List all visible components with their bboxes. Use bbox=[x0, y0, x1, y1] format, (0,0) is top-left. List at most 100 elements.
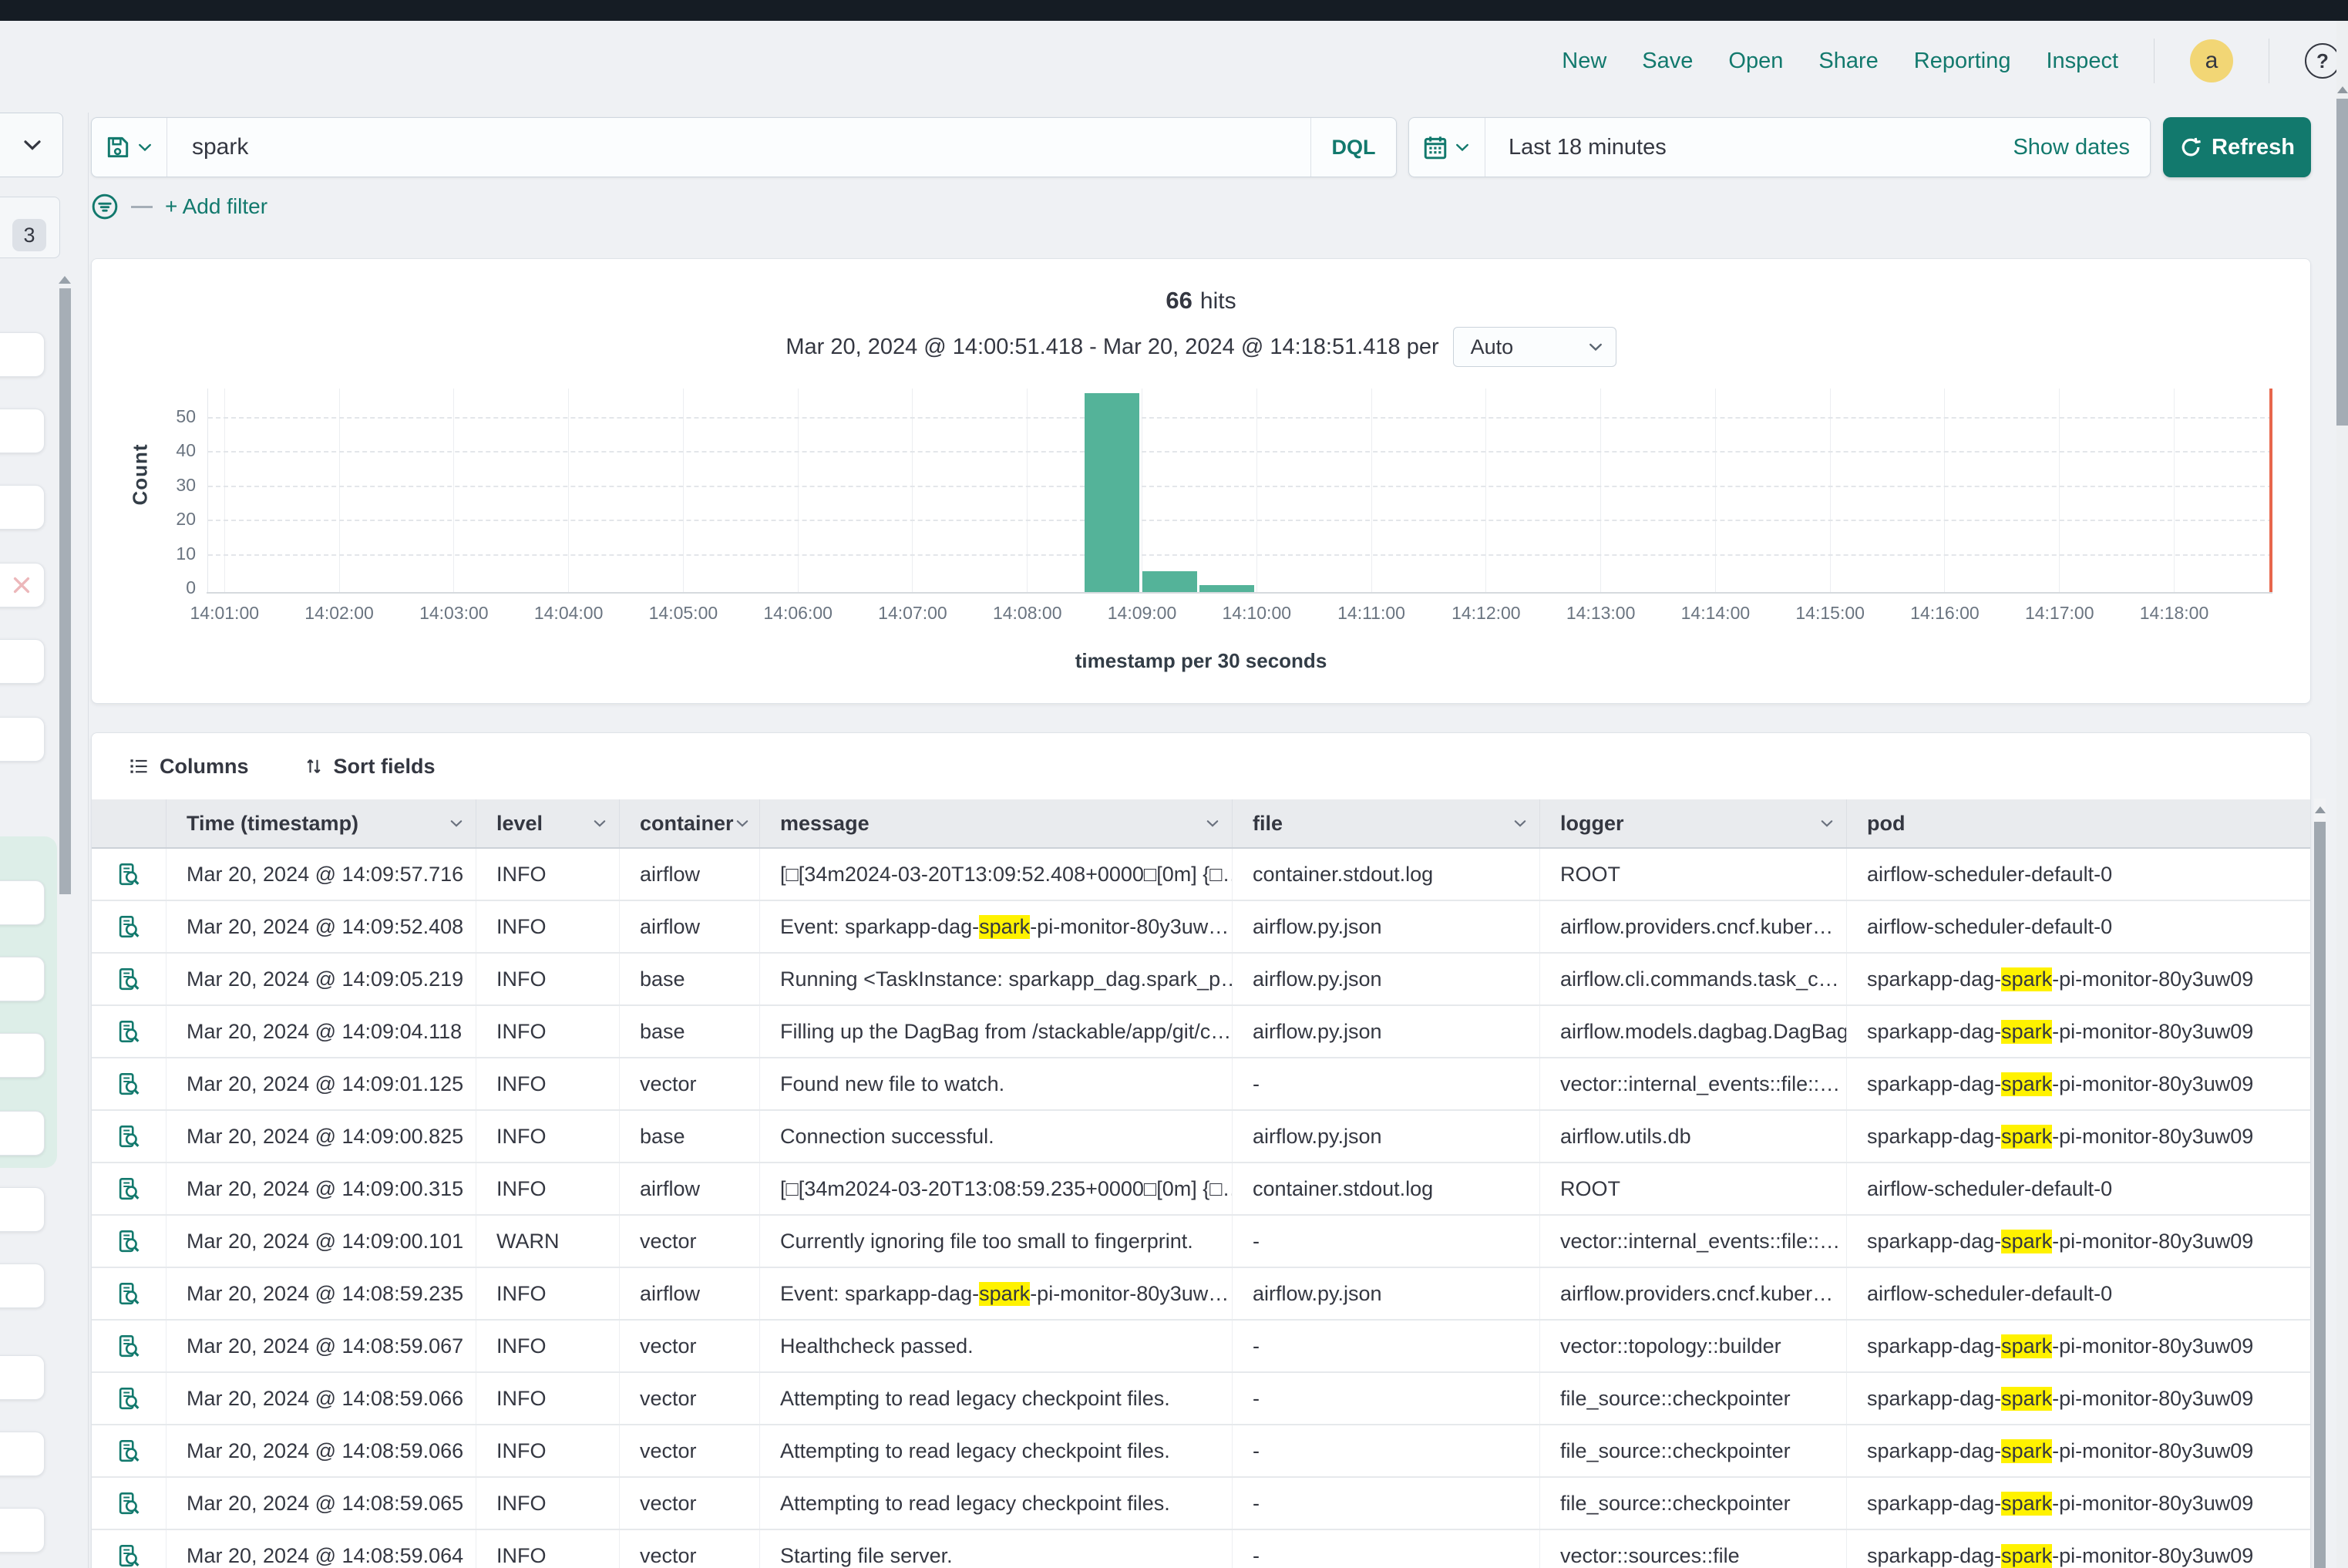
nav-new-button[interactable]: New bbox=[1562, 49, 1606, 74]
expand-document-icon[interactable] bbox=[92, 954, 167, 1004]
expand-document-icon[interactable] bbox=[92, 1111, 167, 1162]
page-scrollbar-thumb[interactable] bbox=[2336, 99, 2348, 426]
sort-fields-button[interactable]: Sort fields bbox=[304, 755, 436, 779]
query-language-button[interactable]: DQL bbox=[1310, 118, 1396, 177]
remove-field-icon[interactable] bbox=[10, 574, 33, 597]
sidebar-collapse-button[interactable] bbox=[0, 113, 63, 177]
expand-document-icon[interactable] bbox=[92, 1163, 167, 1214]
expand-document-icon[interactable] bbox=[92, 1530, 167, 1568]
interval-select[interactable]: Auto bbox=[1453, 327, 1616, 367]
histogram-bar[interactable] bbox=[1085, 393, 1139, 592]
cell-time: Mar 20, 2024 @ 14:09:00.825 bbox=[167, 1111, 476, 1162]
cell-level: INFO bbox=[476, 1478, 620, 1529]
nav-inspect-button[interactable]: Inspect bbox=[2047, 49, 2119, 74]
column-header-time-timestamp-[interactable]: Time (timestamp) bbox=[167, 799, 476, 847]
highlighted-term: spark bbox=[2001, 1230, 2052, 1253]
nav-reporting-button[interactable]: Reporting bbox=[1914, 49, 2011, 74]
field-list-item[interactable] bbox=[0, 485, 45, 530]
nav-divider bbox=[2154, 39, 2155, 83]
field-list-item[interactable] bbox=[0, 1432, 45, 1476]
expand-document-icon[interactable] bbox=[92, 1268, 167, 1319]
field-list-item[interactable] bbox=[0, 1355, 45, 1400]
field-list-item[interactable] bbox=[0, 880, 45, 925]
page-scroll-up-arrow[interactable] bbox=[2337, 86, 2348, 93]
column-header-file[interactable]: file bbox=[1233, 799, 1540, 847]
cell-text: sparkapp-dag- bbox=[1867, 1125, 2001, 1149]
expand-document-icon[interactable] bbox=[92, 1425, 167, 1476]
table-scrollbar-thumb[interactable] bbox=[2314, 822, 2326, 1568]
cell-time: Mar 20, 2024 @ 14:09:52.408 bbox=[167, 901, 476, 952]
show-dates-button[interactable]: Show dates bbox=[2013, 135, 2150, 160]
chevron-down-icon[interactable] bbox=[1818, 815, 1835, 832]
cell-container: vector bbox=[620, 1530, 760, 1568]
column-header-logger[interactable]: logger bbox=[1540, 799, 1847, 847]
cell-logger: airflow.utils.db bbox=[1540, 1111, 1847, 1162]
search-query-input[interactable]: spark bbox=[167, 118, 1310, 177]
field-list-item[interactable] bbox=[0, 1111, 45, 1156]
nav-save-button[interactable]: Save bbox=[1642, 49, 1693, 74]
column-header-container[interactable]: container bbox=[620, 799, 760, 847]
chevron-down-icon[interactable] bbox=[448, 815, 465, 832]
cell-level: INFO bbox=[476, 954, 620, 1004]
expand-document-icon[interactable] bbox=[92, 1321, 167, 1371]
column-header-pod[interactable]: pod bbox=[1847, 799, 2311, 847]
columns-list-icon bbox=[129, 756, 149, 776]
field-list-item[interactable] bbox=[0, 1508, 45, 1553]
cell-logger: vector::internal_events::file::… bbox=[1540, 1216, 1847, 1267]
chevron-down-icon[interactable] bbox=[1204, 815, 1221, 832]
nav-open-button[interactable]: Open bbox=[1728, 49, 1783, 74]
cell-text: -pi-monitor-80y3uw… bbox=[1030, 915, 1229, 939]
highlighted-term: spark bbox=[2001, 1020, 2052, 1044]
cell-level: INFO bbox=[476, 1425, 620, 1476]
sidebar-scrollbar-thumb[interactable] bbox=[59, 288, 71, 894]
cell-logger: ROOT bbox=[1540, 849, 1847, 900]
saved-query-menu-button[interactable] bbox=[92, 118, 167, 177]
column-header-level[interactable]: level bbox=[476, 799, 620, 847]
column-header-label: message bbox=[780, 812, 870, 836]
histogram-bar[interactable] bbox=[1199, 585, 1254, 592]
sidebar-scroll-up-arrow[interactable] bbox=[59, 276, 71, 284]
field-list-item[interactable] bbox=[0, 1187, 45, 1232]
table-scroll-up-arrow[interactable] bbox=[2315, 806, 2326, 813]
date-quick-select-button[interactable] bbox=[1409, 118, 1485, 177]
column-header-expand bbox=[92, 799, 167, 847]
expand-document-icon[interactable] bbox=[92, 1006, 167, 1057]
expand-document-icon[interactable] bbox=[92, 1373, 167, 1424]
histogram-bar[interactable] bbox=[1142, 571, 1197, 592]
expand-document-icon[interactable] bbox=[92, 1478, 167, 1529]
cell-level: INFO bbox=[476, 1111, 620, 1162]
field-list-item[interactable] bbox=[0, 957, 45, 1001]
expand-document-icon[interactable] bbox=[92, 1216, 167, 1267]
refresh-button[interactable]: Refresh bbox=[2163, 117, 2311, 177]
chevron-down-icon[interactable] bbox=[734, 815, 751, 832]
columns-button[interactable]: Columns bbox=[129, 755, 249, 779]
expand-document-icon[interactable] bbox=[92, 1058, 167, 1109]
cell-file: airflow.py.json bbox=[1233, 954, 1540, 1004]
chevron-down-icon[interactable] bbox=[591, 815, 608, 832]
field-list-item[interactable] bbox=[0, 563, 45, 607]
field-list-item[interactable] bbox=[0, 409, 45, 453]
cell-text: Attempting to read legacy checkpoint fil… bbox=[780, 1387, 1170, 1411]
cell-text: -pi-monitor-80y3uw09 bbox=[2052, 967, 2253, 991]
cell-text: [□[34m2024-03-20T13:08:59.235+0000□[0m] … bbox=[780, 1177, 1233, 1201]
table-row: Mar 20, 2024 @ 14:09:52.408INFOairflowEv… bbox=[92, 901, 2310, 954]
expand-document-icon[interactable] bbox=[92, 849, 167, 900]
field-list-item[interactable] bbox=[0, 1033, 45, 1078]
field-list-item[interactable] bbox=[0, 1263, 45, 1308]
help-icon[interactable]: ? bbox=[2305, 43, 2340, 79]
nav-share-button[interactable]: Share bbox=[1818, 49, 1878, 74]
field-list-item[interactable] bbox=[0, 332, 45, 377]
add-filter-button[interactable]: + Add filter bbox=[165, 194, 267, 219]
user-avatar[interactable]: a bbox=[2190, 39, 2233, 82]
field-list-item[interactable] bbox=[0, 639, 45, 684]
chevron-down-icon[interactable] bbox=[1512, 815, 1529, 832]
cell-container: airflow bbox=[620, 1268, 760, 1319]
time-range-value[interactable]: Last 18 minutes bbox=[1485, 135, 2013, 160]
column-header-message[interactable]: message bbox=[760, 799, 1233, 847]
column-header-label: level bbox=[496, 812, 543, 836]
cell-text: sparkapp-dag- bbox=[1867, 1072, 2001, 1096]
expand-document-icon[interactable] bbox=[92, 901, 167, 952]
cell-time: Mar 20, 2024 @ 14:08:59.066 bbox=[167, 1373, 476, 1424]
cell-pod: airflow-scheduler-default-0 bbox=[1847, 1268, 2311, 1319]
field-list-item[interactable] bbox=[0, 717, 45, 762]
